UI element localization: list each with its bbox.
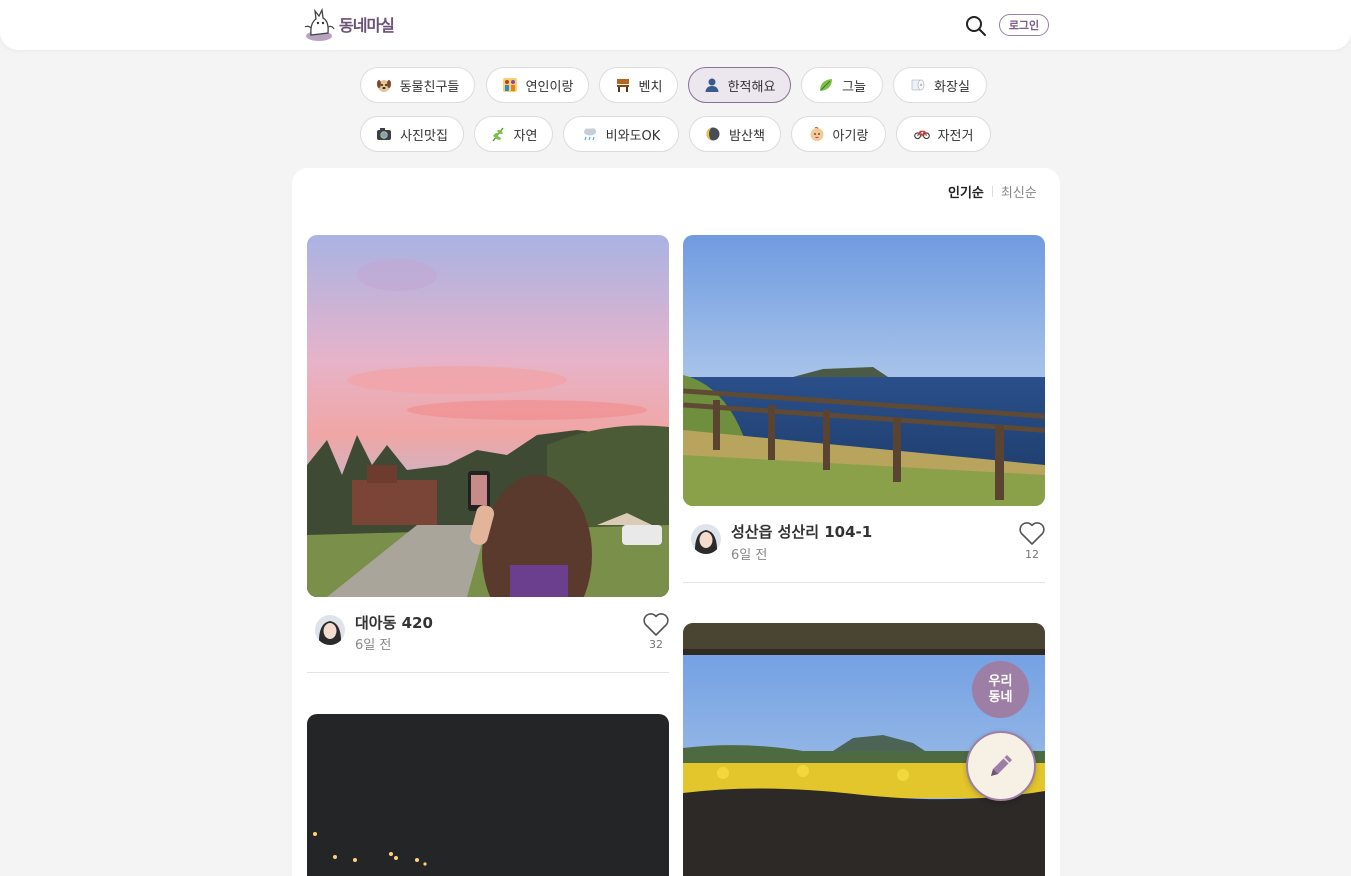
post-time: 6일 전 (731, 548, 768, 563)
sort-latest-button[interactable]: 최신순 (1001, 182, 1037, 201)
category-chip-with-baby[interactable]: 아기랑 (791, 116, 886, 152)
chip-label: 동물친구들 (399, 79, 460, 95)
category-chip-bench[interactable]: 벤치 (599, 67, 678, 103)
write-post-button[interactable] (966, 731, 1036, 801)
like-count: 12 (1025, 548, 1039, 561)
category-chip-rain-ok[interactable]: 비와도OK (563, 116, 679, 152)
chip-label: 그늘 (842, 79, 866, 95)
category-chip-animals[interactable]: 동물친구들 (360, 67, 475, 103)
moon-icon (705, 126, 721, 142)
sort-toggle: 인기순 최신순 (948, 182, 1037, 201)
top-header: 동네마실 로그인 (0, 0, 1351, 50)
category-chip-nature[interactable]: 자연 (474, 116, 553, 152)
category-chip-bicycle[interactable]: 자전거 (896, 116, 991, 152)
camera-icon (376, 126, 392, 142)
post-photo-seaside[interactable] (683, 235, 1045, 506)
like-count: 32 (649, 638, 663, 651)
card-divider (307, 672, 669, 673)
couple-icon (502, 77, 518, 93)
post-title[interactable]: 성산읍 성산리 104-1 (731, 521, 872, 542)
bicycle-icon (913, 126, 930, 142)
chip-label: 한적해요 (727, 79, 776, 95)
toilet-paper-icon (910, 77, 926, 93)
my-town-button[interactable]: 우리 동네 (972, 661, 1029, 718)
category-chip-shade[interactable]: 그늘 (801, 67, 883, 103)
chip-label: 자연 (513, 128, 538, 144)
person-icon (704, 77, 720, 93)
post-photo-sunset[interactable] (307, 235, 669, 597)
leaf-icon (818, 77, 834, 93)
pencil-icon (991, 755, 1012, 776)
my-town-label-line1: 우리 (988, 673, 1013, 689)
category-chip-quiet[interactable]: 한적해요 (688, 67, 791, 103)
rain-cloud-icon (582, 126, 598, 142)
chip-label: 비와도OK (605, 128, 661, 144)
chip-label: 벤치 (638, 79, 663, 95)
chip-label: 화장실 (934, 79, 970, 95)
bench-icon (615, 77, 631, 93)
chip-label: 사진맛집 (400, 128, 448, 144)
heart-icon[interactable] (642, 611, 670, 637)
my-town-label-line2: 동네 (988, 689, 1013, 705)
chip-label: 아기랑 (832, 128, 869, 144)
category-chip-photo-spot[interactable]: 사진맛집 (360, 116, 464, 152)
sort-popular-button[interactable]: 인기순 (948, 182, 984, 201)
chip-label: 자전거 (937, 128, 974, 144)
heart-icon[interactable] (1018, 520, 1046, 546)
baby-icon (809, 126, 825, 142)
sort-divider (991, 186, 993, 197)
search-icon[interactable] (964, 14, 988, 38)
card-divider (683, 582, 1045, 583)
post-title[interactable]: 대아동 420 (355, 612, 433, 633)
logo-mascot-icon (304, 7, 335, 41)
post-photo-night[interactable] (307, 714, 669, 876)
avatar[interactable] (315, 615, 345, 645)
logo[interactable]: 동네마실 (302, 5, 395, 43)
herb-icon (490, 126, 506, 142)
puppy-icon (376, 77, 392, 93)
category-chip-couple[interactable]: 연인이랑 (486, 67, 589, 103)
category-chip-night-walk[interactable]: 밤산책 (689, 116, 781, 152)
post-time: 6일 전 (355, 638, 392, 653)
avatar[interactable] (691, 524, 721, 554)
login-button[interactable]: 로그인 (999, 14, 1049, 36)
category-chip-restroom[interactable]: 화장실 (893, 67, 987, 103)
chip-label: 밤산책 (729, 128, 765, 144)
logo-text: 동네마실 (339, 16, 395, 35)
chip-label: 연인이랑 (525, 79, 574, 95)
